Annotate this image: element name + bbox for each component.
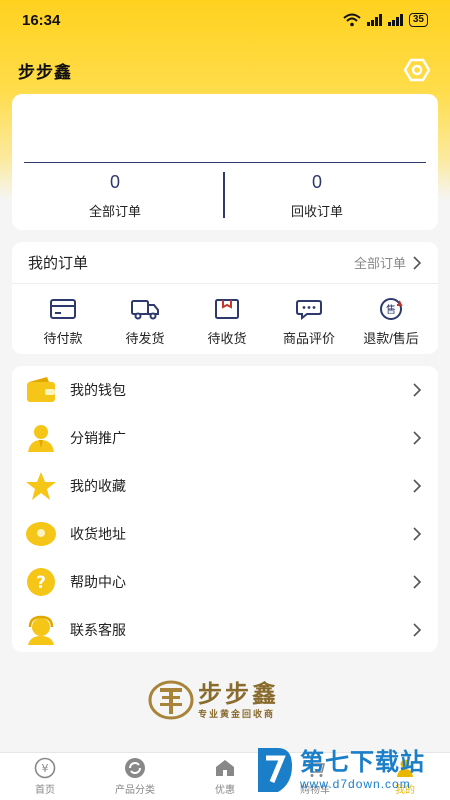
truck-icon <box>131 300 159 320</box>
my-orders-card: 我的订单 全部订单 待付款 待发货 待收货 商品评价 售 退款/售后 <box>12 242 438 354</box>
menu-label: 帮助中心 <box>70 574 126 590</box>
tab-label: 首页 <box>35 785 55 796</box>
tab-home[interactable]: ¥ 首页 <box>5 757 85 796</box>
menu-item-support[interactable]: 联系客服 <box>12 606 438 654</box>
battery-indicator: 35 <box>408 13 428 27</box>
my-orders-header: 我的订单 全部订单 <box>12 242 438 284</box>
order-pending-receipt[interactable]: 待收货 <box>186 296 268 347</box>
wifi-icon <box>343 13 361 27</box>
order-item-label: 商品评价 <box>282 331 335 346</box>
signal-icon-2 <box>387 14 403 26</box>
menu-label: 联系客服 <box>70 622 126 638</box>
all-orders-count: 0 <box>109 172 120 192</box>
menu-label: 我的钱包 <box>70 382 126 398</box>
status-bar: 16:34 35 <box>0 0 450 40</box>
refresh-icon <box>125 758 145 778</box>
chevron-right-icon <box>413 479 422 493</box>
app-header: 步步鑫 <box>0 52 450 88</box>
chevron-right-icon <box>413 383 422 397</box>
order-pending-payment[interactable]: 待付款 <box>22 296 104 347</box>
divider <box>24 162 426 163</box>
home-icon <box>216 760 234 776</box>
order-after-sale[interactable]: 售 退款/售后 <box>350 296 432 347</box>
watermark-name: 第七下载站 <box>300 749 425 776</box>
tab-label: 优惠 <box>215 785 235 796</box>
view-all-label: 全部订单 <box>353 256 406 271</box>
help-icon: ? <box>27 568 55 596</box>
brand-name: 步步鑫 <box>198 678 279 708</box>
order-item-label: 待收货 <box>207 331 247 346</box>
svg-text:¥: ¥ <box>42 762 49 775</box>
menu-item-distribution[interactable]: 分销推广 <box>12 414 438 462</box>
card-icon <box>50 299 76 319</box>
menu-item-favorites[interactable]: 我的收藏 <box>12 462 438 510</box>
brand-logo: 步步鑫 专业黄金回收商 <box>148 676 308 724</box>
order-item-label: 待付款 <box>43 331 83 346</box>
svg-text:?: ? <box>36 573 46 593</box>
view-all-orders-link[interactable]: 全部订单 <box>354 253 422 272</box>
recycle-orders-count: 0 <box>311 172 322 192</box>
menu-label: 我的收藏 <box>70 478 126 494</box>
menu-card: 我的钱包 分销推广 我的收藏 收货地址 ? 帮助中心 联系客服 <box>12 366 438 652</box>
menu-item-wallet[interactable]: 我的钱包 <box>12 366 438 414</box>
my-orders-title: 我的订单 <box>28 255 89 272</box>
svg-text:售: 售 <box>386 303 396 316</box>
comment-icon <box>296 300 322 320</box>
order-stats-card: 0 全部订单 0 回收订单 <box>12 94 438 230</box>
status-icons: 35 <box>343 13 428 27</box>
signal-icon <box>366 14 382 26</box>
tab-categories[interactable]: 产品分类 <box>95 757 175 796</box>
chevron-right-icon <box>413 431 422 445</box>
after-sale-icon: 售 <box>380 298 403 320</box>
tab-label: 产品分类 <box>115 785 155 796</box>
status-time: 16:34 <box>22 11 61 29</box>
d7-logo-icon <box>258 748 292 792</box>
person-icon <box>28 425 54 452</box>
all-orders-label: 全部订单 <box>88 204 141 219</box>
order-pending-shipment[interactable]: 待发货 <box>104 296 186 347</box>
menu-item-address[interactable]: 收货地址 <box>12 510 438 558</box>
settings-button[interactable] <box>402 55 432 85</box>
order-status-row: 待付款 待发货 待收货 商品评价 售 退款/售后 <box>12 284 438 347</box>
recycle-orders-label: 回收订单 <box>290 204 343 219</box>
headset-icon <box>28 615 54 645</box>
box-icon <box>215 299 239 319</box>
wallet-icon <box>27 377 55 402</box>
menu-item-help[interactable]: ? 帮助中心 <box>12 558 438 606</box>
order-item-label: 待发货 <box>125 331 165 346</box>
tab-discounts[interactable]: 优惠 <box>185 757 265 796</box>
yuan-icon: ¥ <box>34 757 56 779</box>
menu-label: 分销推广 <box>70 430 126 446</box>
brand-slogan: 专业黄金回收商 <box>198 708 276 719</box>
menu-label: 收货地址 <box>70 526 126 542</box>
watermark-url: www.d7down.com <box>300 777 411 791</box>
stat-recycle-orders[interactable]: 0 回收订单 <box>217 172 417 220</box>
chevron-right-icon <box>413 575 422 589</box>
hexagon-settings-icon <box>404 58 430 82</box>
order-review[interactable]: 商品评价 <box>268 296 350 347</box>
stat-all-orders[interactable]: 0 全部订单 <box>15 172 215 220</box>
watermark: 第七下载站 www.d7down.com <box>254 740 450 800</box>
order-item-label: 退款/售后 <box>363 331 419 346</box>
chevron-right-icon <box>413 255 422 270</box>
star-icon <box>26 472 56 500</box>
chevron-right-icon <box>413 527 422 541</box>
page-title: 步步鑫 <box>18 62 72 82</box>
brand-emblem-icon <box>148 680 194 720</box>
chevron-right-icon <box>413 623 422 637</box>
location-icon <box>26 522 56 546</box>
